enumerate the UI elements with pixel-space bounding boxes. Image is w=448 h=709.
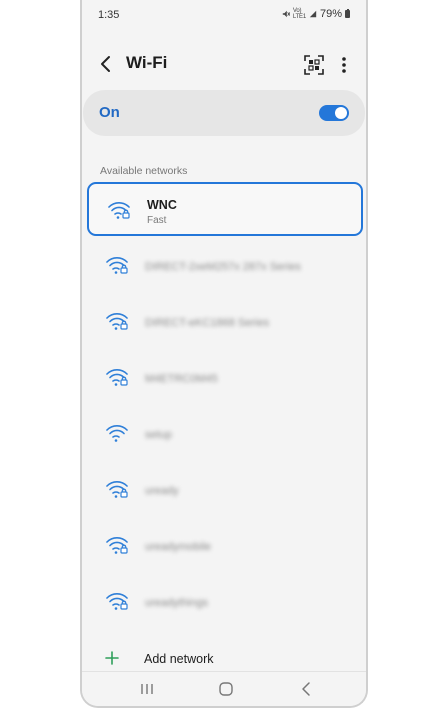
wifi-lock-icon	[106, 537, 128, 554]
network-item[interactable]: DIRECT-2xeM257x 287x Series	[87, 239, 363, 293]
recents-icon[interactable]	[137, 681, 157, 697]
available-networks-label: Available networks	[100, 165, 188, 177]
plus-icon	[105, 651, 119, 665]
wifi-toggle-row[interactable]: On	[83, 90, 365, 136]
mute-icon	[282, 10, 290, 18]
page-title: Wi-Fi	[126, 53, 168, 72]
network-item[interactable]: ureadymobile	[87, 519, 363, 573]
qr-scan-icon[interactable]	[303, 54, 325, 76]
network-item[interactable]: DIRECT-eKC1868 Series	[87, 295, 363, 349]
network-name: uready	[145, 485, 179, 497]
network-item[interactable]: setup	[87, 407, 363, 461]
home-icon[interactable]	[216, 681, 236, 697]
status-time: 1:35	[98, 9, 120, 21]
wifi-lock-icon	[106, 313, 128, 330]
network-item[interactable]: ureadythings	[87, 575, 363, 629]
status-bar: 1:35 Vo) LTE1 79%	[82, 8, 366, 24]
network-status: Fast	[147, 215, 167, 226]
network-name: DIRECT-2xeM257x 287x Series	[145, 261, 301, 273]
network-item-wnc[interactable]: WNC Fast	[87, 182, 363, 236]
battery-percent: 79%	[319, 8, 342, 20]
back-icon[interactable]	[297, 681, 317, 697]
wifi-switch[interactable]	[319, 105, 349, 121]
network-name: DIRECT-eKC1868 Series	[145, 317, 270, 329]
battery-icon	[345, 8, 350, 18]
wifi-lock-icon	[106, 257, 128, 274]
lte-indicator: Vo) LTE1	[292, 8, 306, 20]
network-name: WNC	[147, 198, 177, 212]
network-item[interactable]: M4ETRC0M45	[87, 351, 363, 405]
wifi-icon	[106, 425, 128, 442]
wifi-lock-icon	[106, 369, 128, 386]
switch-knob	[335, 107, 347, 119]
status-icons: Vo) LTE1 79%	[282, 8, 350, 20]
network-item[interactable]: uready	[87, 463, 363, 517]
toggle-label: On	[99, 104, 120, 121]
chevron-left-icon[interactable]	[96, 54, 116, 74]
network-name: ureadymobile	[145, 541, 212, 553]
wifi-lock-icon	[106, 593, 128, 610]
signal-icon	[309, 10, 317, 18]
network-name: ureadythings	[145, 597, 208, 609]
network-name: setup	[145, 429, 172, 441]
app-header: Wi-Fi	[82, 48, 366, 80]
network-name: M4ETRC0M45	[145, 373, 218, 385]
wifi-lock-icon	[108, 202, 130, 219]
add-network-label: Add network	[144, 652, 214, 666]
more-vertical-icon[interactable]	[334, 54, 354, 76]
wifi-lock-icon	[106, 481, 128, 498]
phone-screen: 1:35 Vo) LTE1 79% Wi-Fi On Available netw…	[80, 0, 368, 708]
navigation-bar	[82, 671, 366, 706]
